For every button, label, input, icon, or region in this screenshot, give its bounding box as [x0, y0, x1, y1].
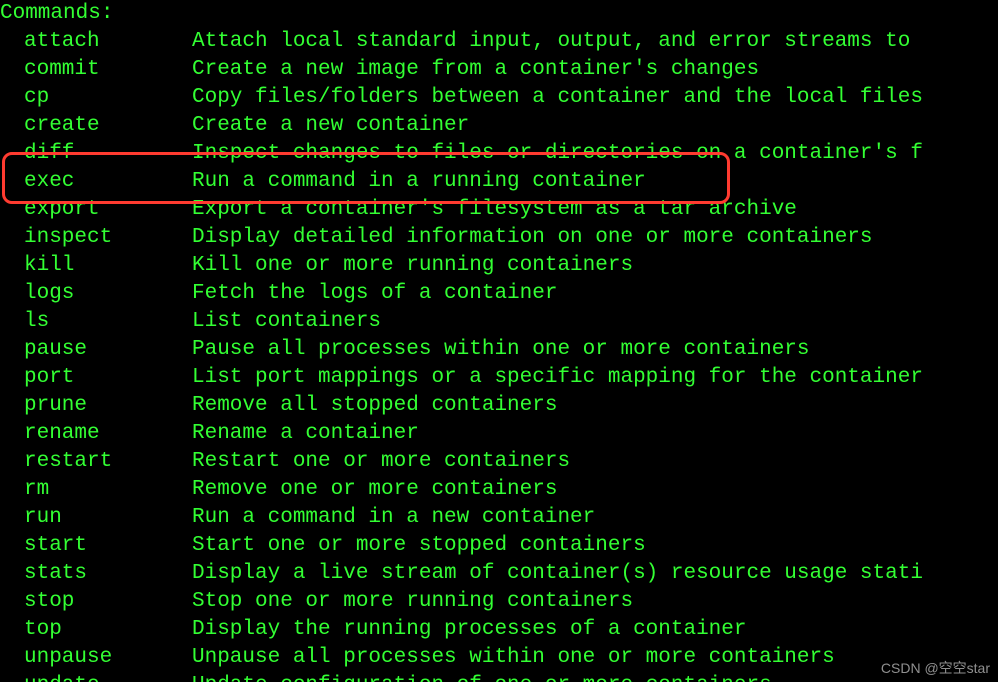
command-name: port [24, 364, 192, 392]
command-name: create [24, 112, 192, 140]
command-name: rm [24, 476, 192, 504]
command-name: stats [24, 560, 192, 588]
command-row: portList port mappings or a specific map… [0, 364, 998, 392]
command-desc: List containers [192, 308, 381, 336]
command-name: kill [24, 252, 192, 280]
command-name: pause [24, 336, 192, 364]
command-name: prune [24, 392, 192, 420]
command-desc: Fetch the logs of a container [192, 280, 557, 308]
terminal-output: Commands: attachAttach local standard in… [0, 0, 998, 682]
command-row: logsFetch the logs of a container [0, 280, 998, 308]
command-name: rename [24, 420, 192, 448]
command-row: exportExport a container's filesystem as… [0, 196, 998, 224]
command-row: commitCreate a new image from a containe… [0, 56, 998, 84]
command-desc: Display the running processes of a conta… [192, 616, 747, 644]
command-desc: Inspect changes to files or directories … [192, 140, 923, 168]
command-name: update [24, 672, 192, 682]
command-name: diff [24, 140, 192, 168]
command-row: lsList containers [0, 308, 998, 336]
command-desc: Create a new container [192, 112, 469, 140]
command-name: logs [24, 280, 192, 308]
command-row: createCreate a new container [0, 112, 998, 140]
command-row: stopStop one or more running containers [0, 588, 998, 616]
command-name: run [24, 504, 192, 532]
command-desc: Export a container's filesystem as a tar… [192, 196, 797, 224]
command-name: unpause [24, 644, 192, 672]
command-row: attachAttach local standard input, outpu… [0, 28, 998, 56]
command-row: renameRename a container [0, 420, 998, 448]
command-desc: Display detailed information on one or m… [192, 224, 873, 252]
command-desc: Remove all stopped containers [192, 392, 557, 420]
command-name: attach [24, 28, 192, 56]
command-row: cpCopy files/folders between a container… [0, 84, 998, 112]
command-row: unpauseUnpause all processes within one … [0, 644, 998, 672]
command-name: commit [24, 56, 192, 84]
watermark-text: CSDN @空空star [881, 660, 990, 676]
command-row: startStart one or more stopped container… [0, 532, 998, 560]
command-name: inspect [24, 224, 192, 252]
command-desc: Start one or more stopped containers [192, 532, 646, 560]
command-name: top [24, 616, 192, 644]
command-row: pausePause all processes within one or m… [0, 336, 998, 364]
command-name: stop [24, 588, 192, 616]
command-name: cp [24, 84, 192, 112]
command-row: rmRemove one or more containers [0, 476, 998, 504]
command-row: runRun a command in a new container [0, 504, 998, 532]
command-row: inspectDisplay detailed information on o… [0, 224, 998, 252]
command-row: topDisplay the running processes of a co… [0, 616, 998, 644]
command-desc: Run a command in a running container [192, 168, 646, 196]
command-desc: Stop one or more running containers [192, 588, 633, 616]
command-desc: List port mappings or a specific mapping… [192, 364, 923, 392]
commands-header: Commands: [0, 0, 998, 28]
command-name: restart [24, 448, 192, 476]
command-desc: Restart one or more containers [192, 448, 570, 476]
command-desc: Update configuration of one or more cont… [192, 672, 772, 682]
command-row: statsDisplay a live stream of container(… [0, 560, 998, 588]
command-name: export [24, 196, 192, 224]
command-row: restartRestart one or more containers [0, 448, 998, 476]
command-row: pruneRemove all stopped containers [0, 392, 998, 420]
command-row: execRun a command in a running container [0, 168, 998, 196]
command-desc: Attach local standard input, output, and… [192, 28, 910, 56]
command-desc: Remove one or more containers [192, 476, 557, 504]
command-desc: Create a new image from a container's ch… [192, 56, 759, 84]
command-name: ls [24, 308, 192, 336]
command-desc: Kill one or more running containers [192, 252, 633, 280]
command-desc: Pause all processes within one or more c… [192, 336, 810, 364]
command-row: killKill one or more running containers [0, 252, 998, 280]
command-desc: Display a live stream of container(s) re… [192, 560, 923, 588]
command-desc: Copy files/folders between a container a… [192, 84, 923, 112]
command-row: updateUpdate configuration of one or mor… [0, 672, 998, 682]
command-desc: Unpause all processes within one or more… [192, 644, 835, 672]
command-row: diffInspect changes to files or director… [0, 140, 998, 168]
command-desc: Rename a container [192, 420, 419, 448]
command-desc: Run a command in a new container [192, 504, 595, 532]
command-name: start [24, 532, 192, 560]
command-name: exec [24, 168, 192, 196]
